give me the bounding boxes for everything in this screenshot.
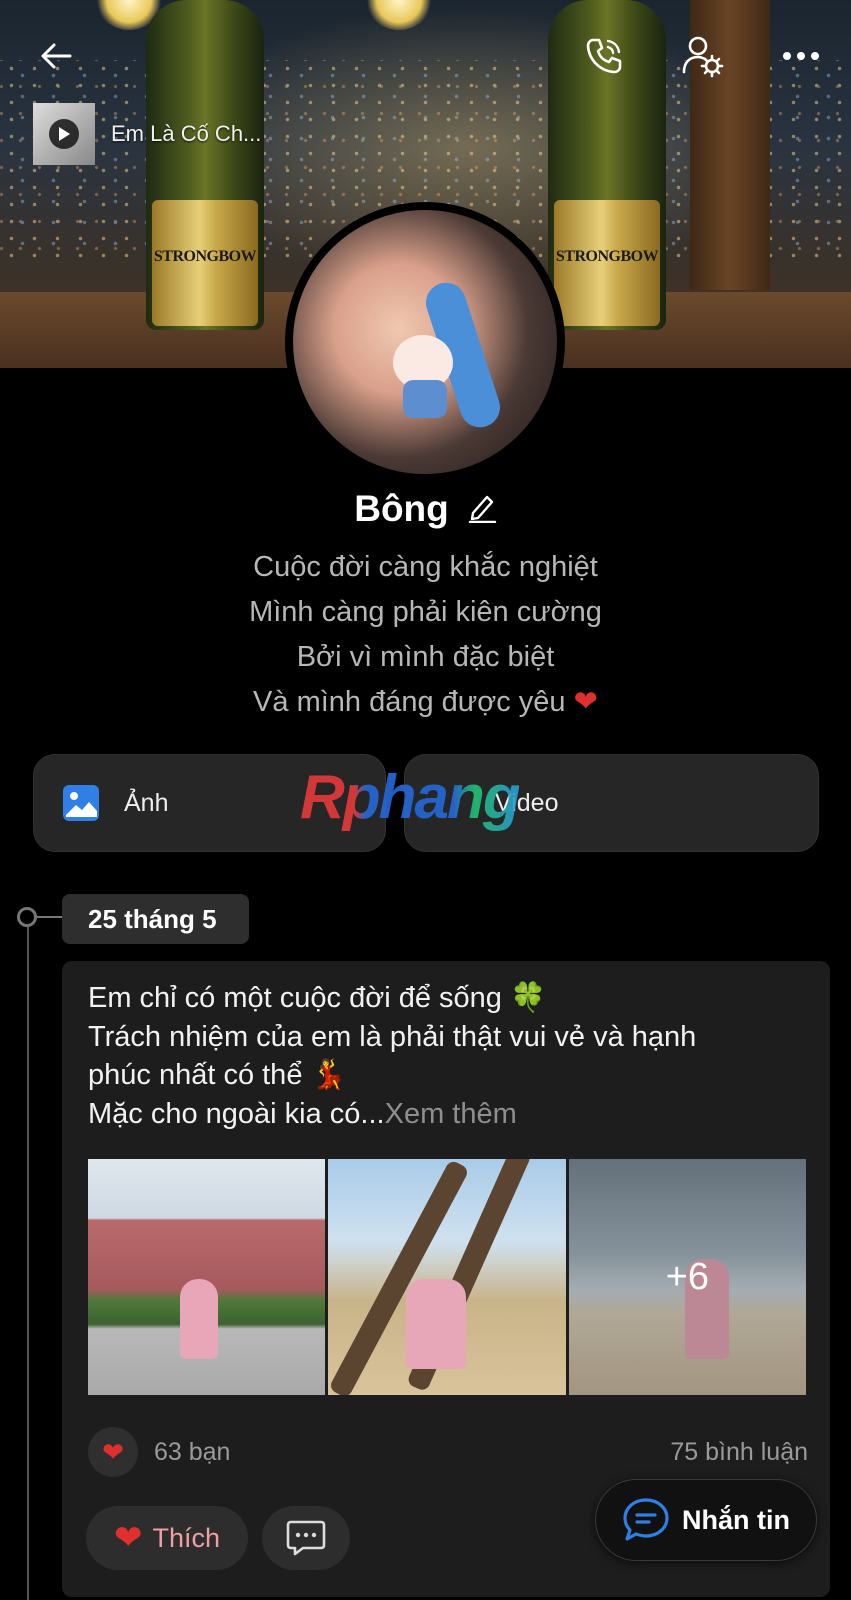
reaction-count[interactable]: 63 bạn: [154, 1438, 230, 1467]
post-text[interactable]: Em chỉ có một cuộc đời để sống 🍀 Trách n…: [88, 979, 808, 1133]
profile-settings-button[interactable]: [678, 32, 726, 80]
heart-emoji: ❤: [573, 686, 598, 718]
post-photo[interactable]: +6: [568, 1159, 806, 1395]
profile-music[interactable]: Em Là Cố Ch...: [33, 103, 261, 165]
timeline-connector: [37, 916, 63, 918]
more-photos-count: +6: [568, 1159, 806, 1395]
send-message-button[interactable]: Nhắn tin: [595, 1479, 817, 1561]
post-text-line: Em chỉ có một cuộc đời để sống 🍀: [88, 982, 547, 1014]
like-button[interactable]: ❤ Thích: [86, 1506, 248, 1570]
post-text-truncated: Mặc cho ngoài kia có...: [88, 1097, 385, 1130]
tab-photos-label: Ảnh: [124, 788, 169, 817]
timeline-date: 25 tháng 5: [62, 894, 249, 944]
post-text-line: phúc nhất có thể 💃: [88, 1059, 347, 1091]
back-button[interactable]: [32, 32, 80, 80]
avatar-keychain-pig-body: [403, 380, 447, 418]
timeline-line: [27, 917, 29, 1600]
like-label: Thích: [152, 1522, 221, 1553]
edit-name-button[interactable]: [467, 491, 497, 528]
comment-count[interactable]: 75 bình luận: [670, 1438, 808, 1467]
more-options-button[interactable]: [777, 32, 825, 80]
post-photo-grid: +6: [88, 1159, 806, 1395]
post-photo[interactable]: [88, 1159, 326, 1395]
image-icon: [63, 785, 99, 821]
heart-reaction-icon: ❤: [88, 1427, 138, 1477]
watermark-logo: Rphang: [300, 763, 521, 832]
profile-name-row: Bông: [0, 488, 851, 530]
post-text-line: Trách nhiệm của em là phải thật vui vẻ v…: [88, 1020, 697, 1053]
post-reactions: ❤ 63 bạn 75 bình luận: [88, 1427, 808, 1477]
music-thumbnail: [33, 103, 95, 165]
play-icon[interactable]: [49, 119, 79, 149]
photo-person: [406, 1279, 467, 1369]
profile-name: Bông: [354, 488, 449, 529]
avatar[interactable]: [285, 202, 565, 482]
more-horizontal-icon: [783, 52, 819, 60]
music-title: Em Là Cố Ch...: [111, 121, 262, 146]
timeline-dot: [17, 907, 37, 927]
cover-bottle: STRONGBOW: [146, 0, 264, 330]
bio-line: Bởi vì mình đặc biệt: [296, 641, 555, 673]
bio-line-text: Và mình đáng được yêu: [253, 686, 566, 718]
cover-lamp: [366, 0, 432, 30]
arrow-left-icon: [41, 43, 72, 69]
post-text-line: Mặc cho ngoài kia có...Xem thêm: [88, 1095, 808, 1134]
photo-person: [180, 1279, 218, 1359]
see-more-link[interactable]: Xem thêm: [385, 1098, 517, 1130]
comment-icon: [286, 1520, 326, 1556]
bio-line: Cuộc đời càng khắc nghiệt: [253, 551, 598, 583]
call-button[interactable]: [580, 32, 628, 80]
post-photo[interactable]: [328, 1159, 566, 1395]
chat-bubble-icon: [623, 1498, 669, 1541]
bio-line: Mình càng phải kiên cường: [249, 596, 602, 628]
heart-icon: ❤: [113, 1519, 143, 1557]
bottle-label: STRONGBOW: [555, 248, 659, 265]
bio-line: Và mình đáng được yêu ❤: [0, 680, 851, 725]
profile-bio: Cuộc đời càng khắc nghiệt Mình càng phải…: [0, 545, 851, 725]
bottle-label: STRONGBOW: [153, 248, 257, 265]
pencil-icon: [468, 495, 496, 523]
send-message-label: Nhắn tin: [682, 1504, 790, 1535]
comment-button[interactable]: [262, 1506, 350, 1570]
phone-icon: [586, 38, 622, 74]
user-settings-icon: [682, 36, 724, 78]
post-actions: ❤ Thích: [86, 1506, 350, 1570]
